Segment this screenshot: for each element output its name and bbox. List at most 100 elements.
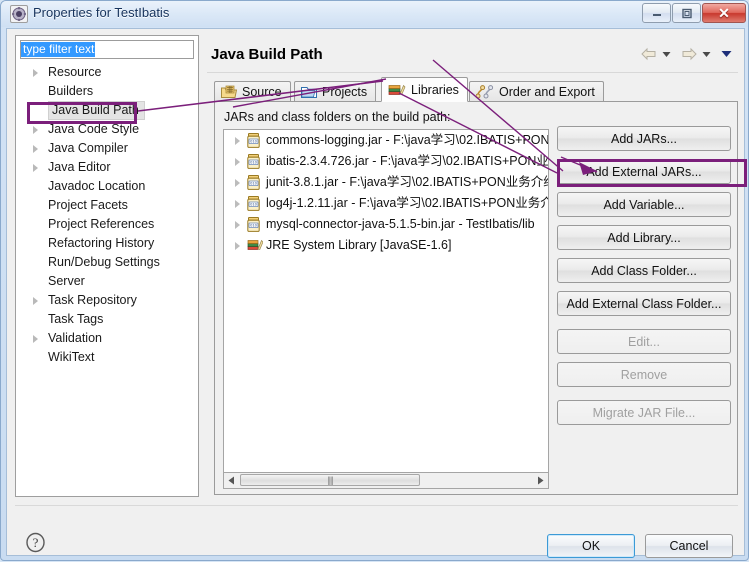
- libraries-books-icon: [388, 83, 406, 97]
- tab-libraries[interactable]: Libraries: [381, 77, 468, 102]
- jar-list-item[interactable]: 010 commons-logging.jar - F:\java学习\02.IB…: [224, 130, 548, 151]
- source-folder-icon: [221, 85, 237, 99]
- sidebar-item-server[interactable]: Server: [16, 272, 198, 291]
- jar-list-item[interactable]: 010 mysql-connector-java-5.1.5-bin.jar - …: [224, 214, 548, 235]
- sidebar-item-java-compiler[interactable]: Java Compiler: [16, 139, 198, 158]
- jar-list-horizontal-scrollbar[interactable]: ||||: [223, 473, 549, 489]
- triangle-right-icon[interactable]: [533, 473, 548, 487]
- scrollbar-thumb[interactable]: ||||: [240, 474, 420, 486]
- svg-text:010: 010: [250, 161, 258, 165]
- button-edit: Edit...: [557, 329, 731, 354]
- sidebar-item-label: Refactoring History: [48, 236, 155, 250]
- sidebar-item-label: Builders: [48, 84, 94, 98]
- chevron-down-filled-icon[interactable]: [721, 50, 732, 58]
- expand-triangle-icon[interactable]: [33, 145, 38, 153]
- jar-list-item[interactable]: 010 log4j-1.2.11.jar - F:\java学习\02.IBATI…: [224, 193, 548, 214]
- sidebar-item-java-code-style[interactable]: Java Code Style: [16, 120, 198, 139]
- expand-triangle-icon[interactable]: [235, 200, 240, 208]
- sidebar-item-label: Task Tags: [48, 312, 104, 326]
- sidebar-item-run-debug-settings[interactable]: Run/Debug Settings: [16, 253, 198, 272]
- sidebar-item-java-editor[interactable]: Java Editor: [16, 158, 198, 177]
- jar-list-item-label: junit-3.8.1.jar - F:\java学习\02.IBATIS+PO…: [266, 175, 549, 189]
- jar-list[interactable]: 010 commons-logging.jar - F:\java学习\02.IB…: [223, 129, 549, 473]
- question-mark-icon[interactable]: ?: [25, 532, 46, 558]
- projects-folder-icon: [301, 85, 317, 99]
- page-title: Java Build Path: [211, 46, 323, 63]
- sidebar-item-builders[interactable]: Builders: [16, 82, 198, 101]
- maximize-icon: [681, 8, 692, 18]
- svg-text:010: 010: [250, 182, 258, 186]
- arrow-left-icon[interactable]: [640, 47, 658, 61]
- svg-text:?: ?: [33, 535, 39, 550]
- triangle-left-icon[interactable]: [224, 473, 239, 487]
- settings-tree-panel: type filter text Resource Builders Java Bu…: [15, 35, 199, 497]
- sidebar-item-refactoring-history[interactable]: Refactoring History: [16, 234, 198, 253]
- expand-triangle-icon[interactable]: [33, 126, 38, 134]
- expand-triangle-icon[interactable]: [33, 69, 38, 77]
- settings-tree[interactable]: Resource Builders Java Build Path Java Code…: [16, 63, 198, 495]
- expand-triangle-icon[interactable]: [235, 221, 240, 229]
- button-add-external-class-folder[interactable]: Add External Class Folder...: [557, 291, 731, 316]
- expand-triangle-icon[interactable]: [235, 158, 240, 166]
- expand-triangle-icon[interactable]: [235, 137, 240, 145]
- close-button[interactable]: ✕: [702, 3, 746, 23]
- button-add-jars[interactable]: Add JARs...: [557, 126, 731, 151]
- sidebar-item-label: Resource: [48, 65, 102, 79]
- tab-order-and-export[interactable]: Order and Export: [469, 81, 604, 102]
- window-title: Properties for TestIbatis: [33, 5, 170, 20]
- tab-label: Libraries: [411, 82, 459, 97]
- sidebar-item-project-references[interactable]: Project References: [16, 215, 198, 234]
- sidebar-item-project-facets[interactable]: Project Facets: [16, 196, 198, 215]
- button-migrate-jar-file: Migrate JAR File...: [557, 400, 731, 425]
- expand-triangle-icon[interactable]: [235, 242, 240, 250]
- expand-triangle-icon[interactable]: [33, 335, 38, 343]
- close-icon: ✕: [718, 4, 730, 21]
- libraries-tab-panel: JARs and class folders on the build path…: [214, 101, 738, 495]
- svg-text:010: 010: [250, 140, 258, 144]
- expand-triangle-icon[interactable]: [33, 297, 38, 305]
- forward-chevron-down-icon[interactable]: [702, 51, 711, 58]
- sidebar-item-wikitext[interactable]: WikiText: [16, 348, 198, 367]
- filter-input-value: type filter text: [21, 42, 96, 57]
- expand-triangle-icon[interactable]: [235, 179, 240, 187]
- sidebar-item-label: Java Code Style: [48, 122, 140, 136]
- jar-list-item[interactable]: 010 junit-3.8.1.jar - F:\java学习\02.IBATIS…: [224, 172, 548, 193]
- sidebar-item-label: Project References: [48, 217, 155, 231]
- cancel-button[interactable]: Cancel: [645, 534, 733, 558]
- ok-button[interactable]: OK: [547, 534, 635, 558]
- page-panel: Java Build Path Source Projects Librarie…: [207, 35, 738, 497]
- dialog-body: type filter text Resource Builders Java Bu…: [6, 28, 745, 558]
- maximize-button[interactable]: [672, 3, 701, 23]
- library-icon: [247, 238, 264, 259]
- jar-list-item[interactable]: 010 ibatis-2.3.4.726.jar - F:\java学习\02.I…: [224, 151, 548, 172]
- arrow-right-icon[interactable]: [680, 47, 698, 61]
- button-add-variable[interactable]: Add Variable...: [557, 192, 731, 217]
- back-chevron-down-icon[interactable]: [662, 51, 671, 58]
- minimize-icon: [652, 14, 661, 16]
- sidebar-item-task-tags[interactable]: Task Tags: [16, 310, 198, 329]
- sidebar-item-label: WikiText: [48, 350, 95, 364]
- jar-list-item[interactable]: JRE System Library [JavaSE-1.6]: [224, 235, 548, 256]
- sidebar-item-label: Javadoc Location: [48, 179, 146, 193]
- expand-triangle-icon[interactable]: [33, 164, 38, 172]
- sidebar-item-label: Run/Debug Settings: [48, 255, 160, 269]
- tab-projects[interactable]: Projects: [294, 81, 377, 102]
- jar-list-item-label: ibatis-2.3.4.726.jar - F:\java学习\02.IBAT…: [266, 154, 549, 168]
- sidebar-item-task-repository[interactable]: Task Repository: [16, 291, 198, 310]
- title-divider: [207, 72, 738, 73]
- button-add-external-jars[interactable]: Add External JARs...: [557, 159, 731, 184]
- sidebar-item-label: Java Editor: [48, 160, 111, 174]
- sidebar-item-label: Java Compiler: [48, 141, 128, 155]
- button-add-library[interactable]: Add Library...: [557, 225, 731, 250]
- sidebar-item-validation[interactable]: Validation: [16, 329, 198, 348]
- button-add-class-folder[interactable]: Add Class Folder...: [557, 258, 731, 283]
- filter-input[interactable]: type filter text: [20, 40, 194, 59]
- jar-list-item-label: commons-logging.jar - F:\java学习\02.IBATI…: [266, 133, 549, 147]
- jar-list-item-label: JRE System Library [JavaSE-1.6]: [266, 238, 452, 252]
- sidebar-item-label: Java Build Path: [48, 101, 145, 120]
- tab-source[interactable]: Source: [214, 81, 291, 102]
- sidebar-item-javadoc-location[interactable]: Javadoc Location: [16, 177, 198, 196]
- minimize-button[interactable]: [642, 3, 671, 23]
- sidebar-item-resource[interactable]: Resource: [16, 63, 198, 82]
- sidebar-item-java-build-path[interactable]: Java Build Path: [16, 101, 198, 120]
